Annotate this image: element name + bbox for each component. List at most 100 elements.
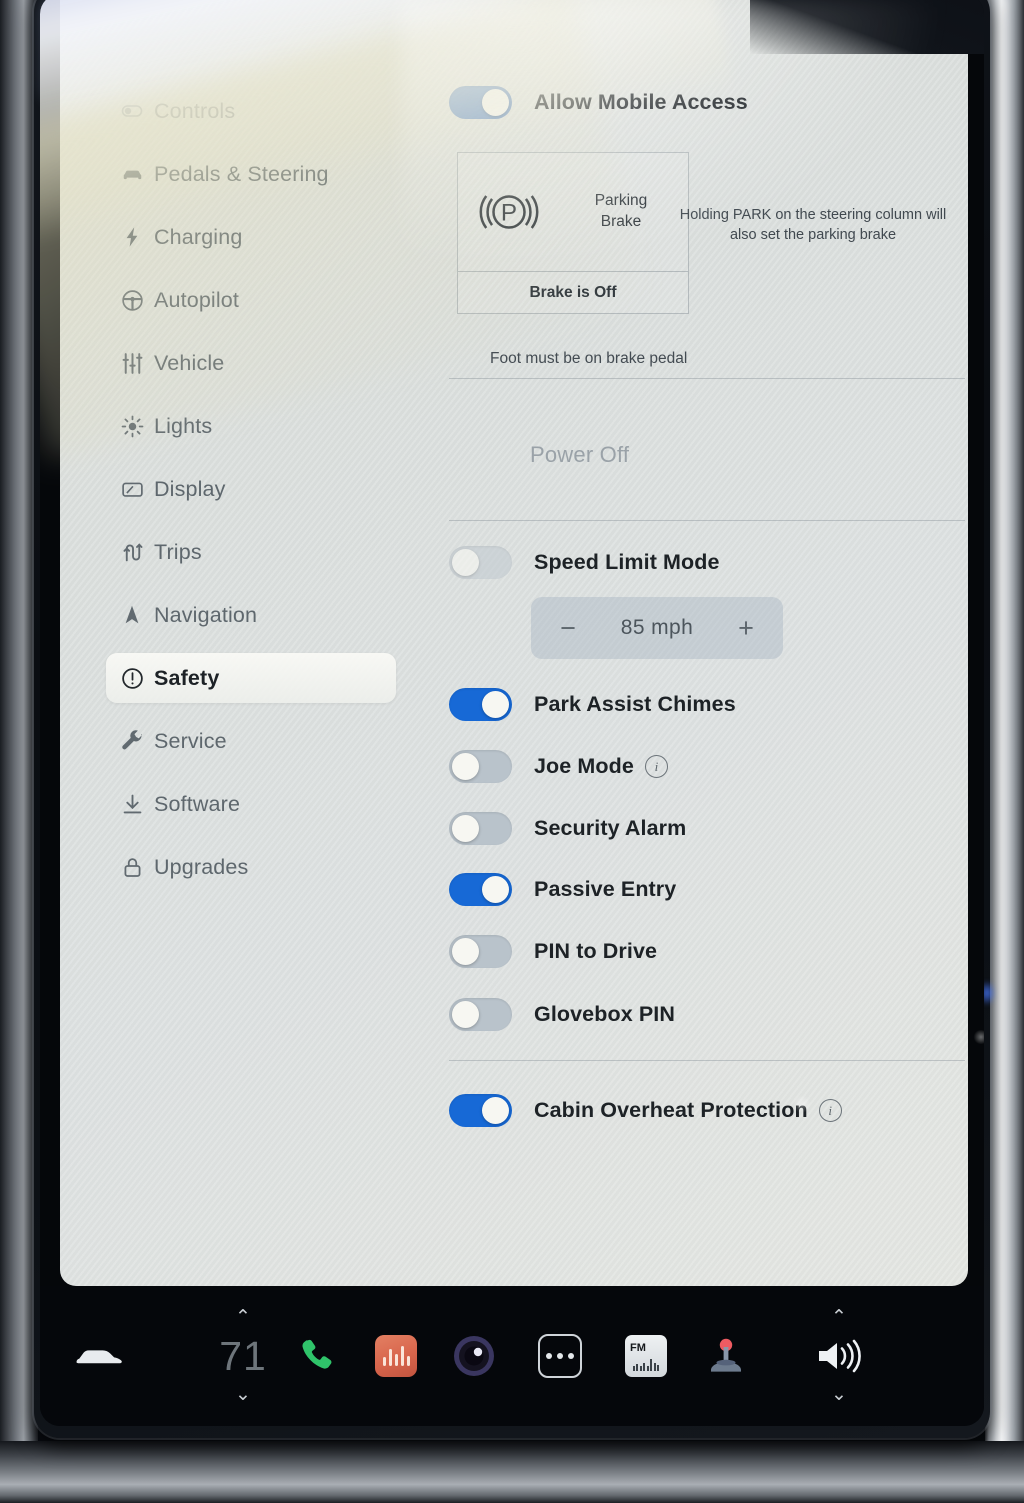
fm-label: FM	[630, 1342, 646, 1354]
cabin-overheat-protection-toggle[interactable]	[449, 1094, 512, 1127]
bottom-dock: ⌃ 71 ⌄ FM ⌃ ⌄	[40, 1286, 984, 1426]
bottom-metal-trim	[0, 1441, 1024, 1503]
security-alarm-label: Security Alarm	[534, 816, 687, 840]
volume-up-icon[interactable]: ⌃	[831, 1308, 847, 1327]
sidebar-item-service[interactable]: Service	[106, 716, 396, 766]
park-assist-chimes-toggle[interactable]	[449, 688, 512, 721]
sidebar-item-label: Software	[154, 791, 241, 816]
sidebar-item-label: Vehicle	[154, 350, 225, 375]
sidebar-item-autopilot[interactable]: Autopilot	[106, 275, 396, 325]
passive-entry-toggle[interactable]	[449, 873, 512, 906]
sidebar-item-safety[interactable]: Safety	[106, 653, 396, 703]
dock-volume-control[interactable]: ⌃ ⌄	[784, 1308, 894, 1404]
glovebox-pin-toggle[interactable]	[449, 998, 512, 1031]
brake-pedal-footnote: Foot must be on brake pedal	[490, 350, 688, 367]
cabin-overheat-info-icon[interactable]: i	[818, 1099, 842, 1122]
sidebar-item-display[interactable]: Display	[106, 464, 396, 514]
cabin-overheat-protection-row[interactable]: Cabin Overheat Protection i	[449, 1094, 842, 1127]
dock-car-button[interactable]	[64, 1326, 138, 1386]
sidebar-item-lights[interactable]: Lights	[106, 401, 396, 451]
settings-sidebar[interactable]: Controls Pedals & Steering Charging Auto…	[106, 86, 396, 905]
speed-limit-stepper[interactable]: − 85 mph +	[531, 597, 783, 659]
toggle-knob	[482, 876, 509, 903]
speed-limit-mode-label: Speed Limit Mode	[534, 550, 720, 574]
toggle-knob	[452, 753, 479, 780]
volume-down-icon[interactable]: ⌄	[831, 1385, 847, 1404]
passive-entry-label: Passive Entry	[534, 877, 677, 901]
lock-icon	[120, 855, 154, 880]
divider-before-cabin-overheat	[449, 1060, 965, 1061]
dock-more-button[interactable]	[526, 1330, 594, 1382]
toggle-knob	[452, 938, 479, 965]
car-front-icon	[120, 162, 154, 187]
pin-to-drive-label: PIN to Drive	[534, 939, 658, 963]
sidebar-item-navigation[interactable]: Navigation	[106, 590, 396, 640]
dock-arcade-button[interactable]	[692, 1326, 760, 1386]
passive-entry-row[interactable]: Passive Entry	[449, 873, 676, 906]
parking-brake-hint: Holding PARK on the steering column will…	[679, 207, 947, 244]
bolt-icon	[120, 225, 154, 249]
media-waveform-icon	[375, 1335, 417, 1377]
dock-phone-button[interactable]	[278, 1326, 356, 1386]
parking-brake-card[interactable]: P Parking Brake Brake is Off	[457, 152, 689, 314]
toggle-knob	[452, 549, 479, 576]
speed-limit-mode-toggle[interactable]	[449, 546, 512, 579]
pin-to-drive-toggle[interactable]	[449, 935, 512, 968]
allow-mobile-access-row[interactable]: Allow Mobile Access	[449, 86, 748, 119]
speed-limit-increase-button[interactable]: +	[733, 614, 759, 642]
settings-panel: Controls Pedals & Steering Charging Auto…	[40, 0, 984, 1286]
dock-media-button[interactable]	[362, 1328, 430, 1384]
speed-limit-decrease-button[interactable]: −	[555, 614, 581, 642]
allow-mobile-access-toggle[interactable]	[449, 86, 512, 119]
sidebar-item-label: Autopilot	[154, 287, 240, 312]
temperature-down-icon[interactable]: ⌄	[235, 1385, 251, 1404]
left-metal-trim	[0, 0, 38, 1503]
sidebar-item-charging[interactable]: Charging	[106, 212, 396, 262]
sidebar-item-controls[interactable]: Controls	[106, 86, 396, 136]
exclamation-circle-icon	[120, 666, 154, 691]
joe-mode-row[interactable]: Joe Mode i	[449, 750, 668, 783]
sidebar-item-label: Safety	[154, 665, 220, 690]
download-icon	[120, 792, 154, 817]
toggle-knob	[482, 691, 509, 718]
sidebar-item-label: Lights	[154, 413, 213, 438]
pin-to-drive-row[interactable]: PIN to Drive	[449, 935, 657, 968]
park-assist-chimes-row[interactable]: Park Assist Chimes	[449, 688, 736, 721]
power-off-button[interactable]: Power Off	[530, 442, 629, 468]
glovebox-pin-row[interactable]: Glovebox PIN	[449, 998, 675, 1031]
sidebar-item-software[interactable]: Software	[106, 779, 396, 829]
dock-camera-button[interactable]	[440, 1328, 508, 1384]
parking-brake-card-top: P Parking Brake	[458, 153, 688, 272]
joe-mode-info-icon[interactable]: i	[644, 755, 668, 778]
photo-of-tesla-touchscreen: Controls Pedals & Steering Charging Auto…	[0, 0, 1024, 1503]
screen-smudge	[973, 1030, 984, 1044]
car-icon	[76, 1350, 122, 1364]
svg-text:P: P	[501, 200, 517, 227]
sidebar-item-upgrades[interactable]: Upgrades	[106, 842, 396, 892]
sidebar-item-label: Service	[154, 728, 227, 753]
sliders-icon	[120, 351, 154, 376]
toggle-knob	[482, 1097, 509, 1124]
joystick-icon	[711, 1338, 741, 1372]
security-alarm-row[interactable]: Security Alarm	[449, 812, 686, 845]
temperature-up-icon[interactable]: ⌃	[235, 1308, 251, 1327]
security-alarm-toggle[interactable]	[449, 812, 512, 845]
joe-mode-toggle[interactable]	[449, 750, 512, 783]
phone-icon	[302, 1339, 332, 1369]
toggle-knob	[452, 815, 479, 842]
wrench-icon	[120, 729, 154, 754]
sidebar-item-vehicle[interactable]: Vehicle	[106, 338, 396, 388]
dock-radio-button[interactable]: FM	[612, 1328, 680, 1384]
speed-limit-mode-row[interactable]: Speed Limit Mode	[449, 546, 720, 579]
sidebar-item-pedals-and-steering[interactable]: Pedals & Steering	[106, 149, 396, 199]
camera-icon	[454, 1336, 494, 1376]
sidebar-item-trips[interactable]: Trips	[106, 527, 396, 577]
fm-bars	[632, 1357, 660, 1371]
parking-brake-title-line1: Parking	[594, 192, 648, 210]
toggle-knob	[452, 1001, 479, 1028]
sidebar-item-label: Controls	[154, 98, 236, 123]
speaker-volume-icon	[819, 1339, 861, 1373]
parking-brake-icon: P	[478, 181, 540, 243]
divider-after-brake	[449, 378, 965, 379]
toggle-knob	[482, 89, 509, 116]
